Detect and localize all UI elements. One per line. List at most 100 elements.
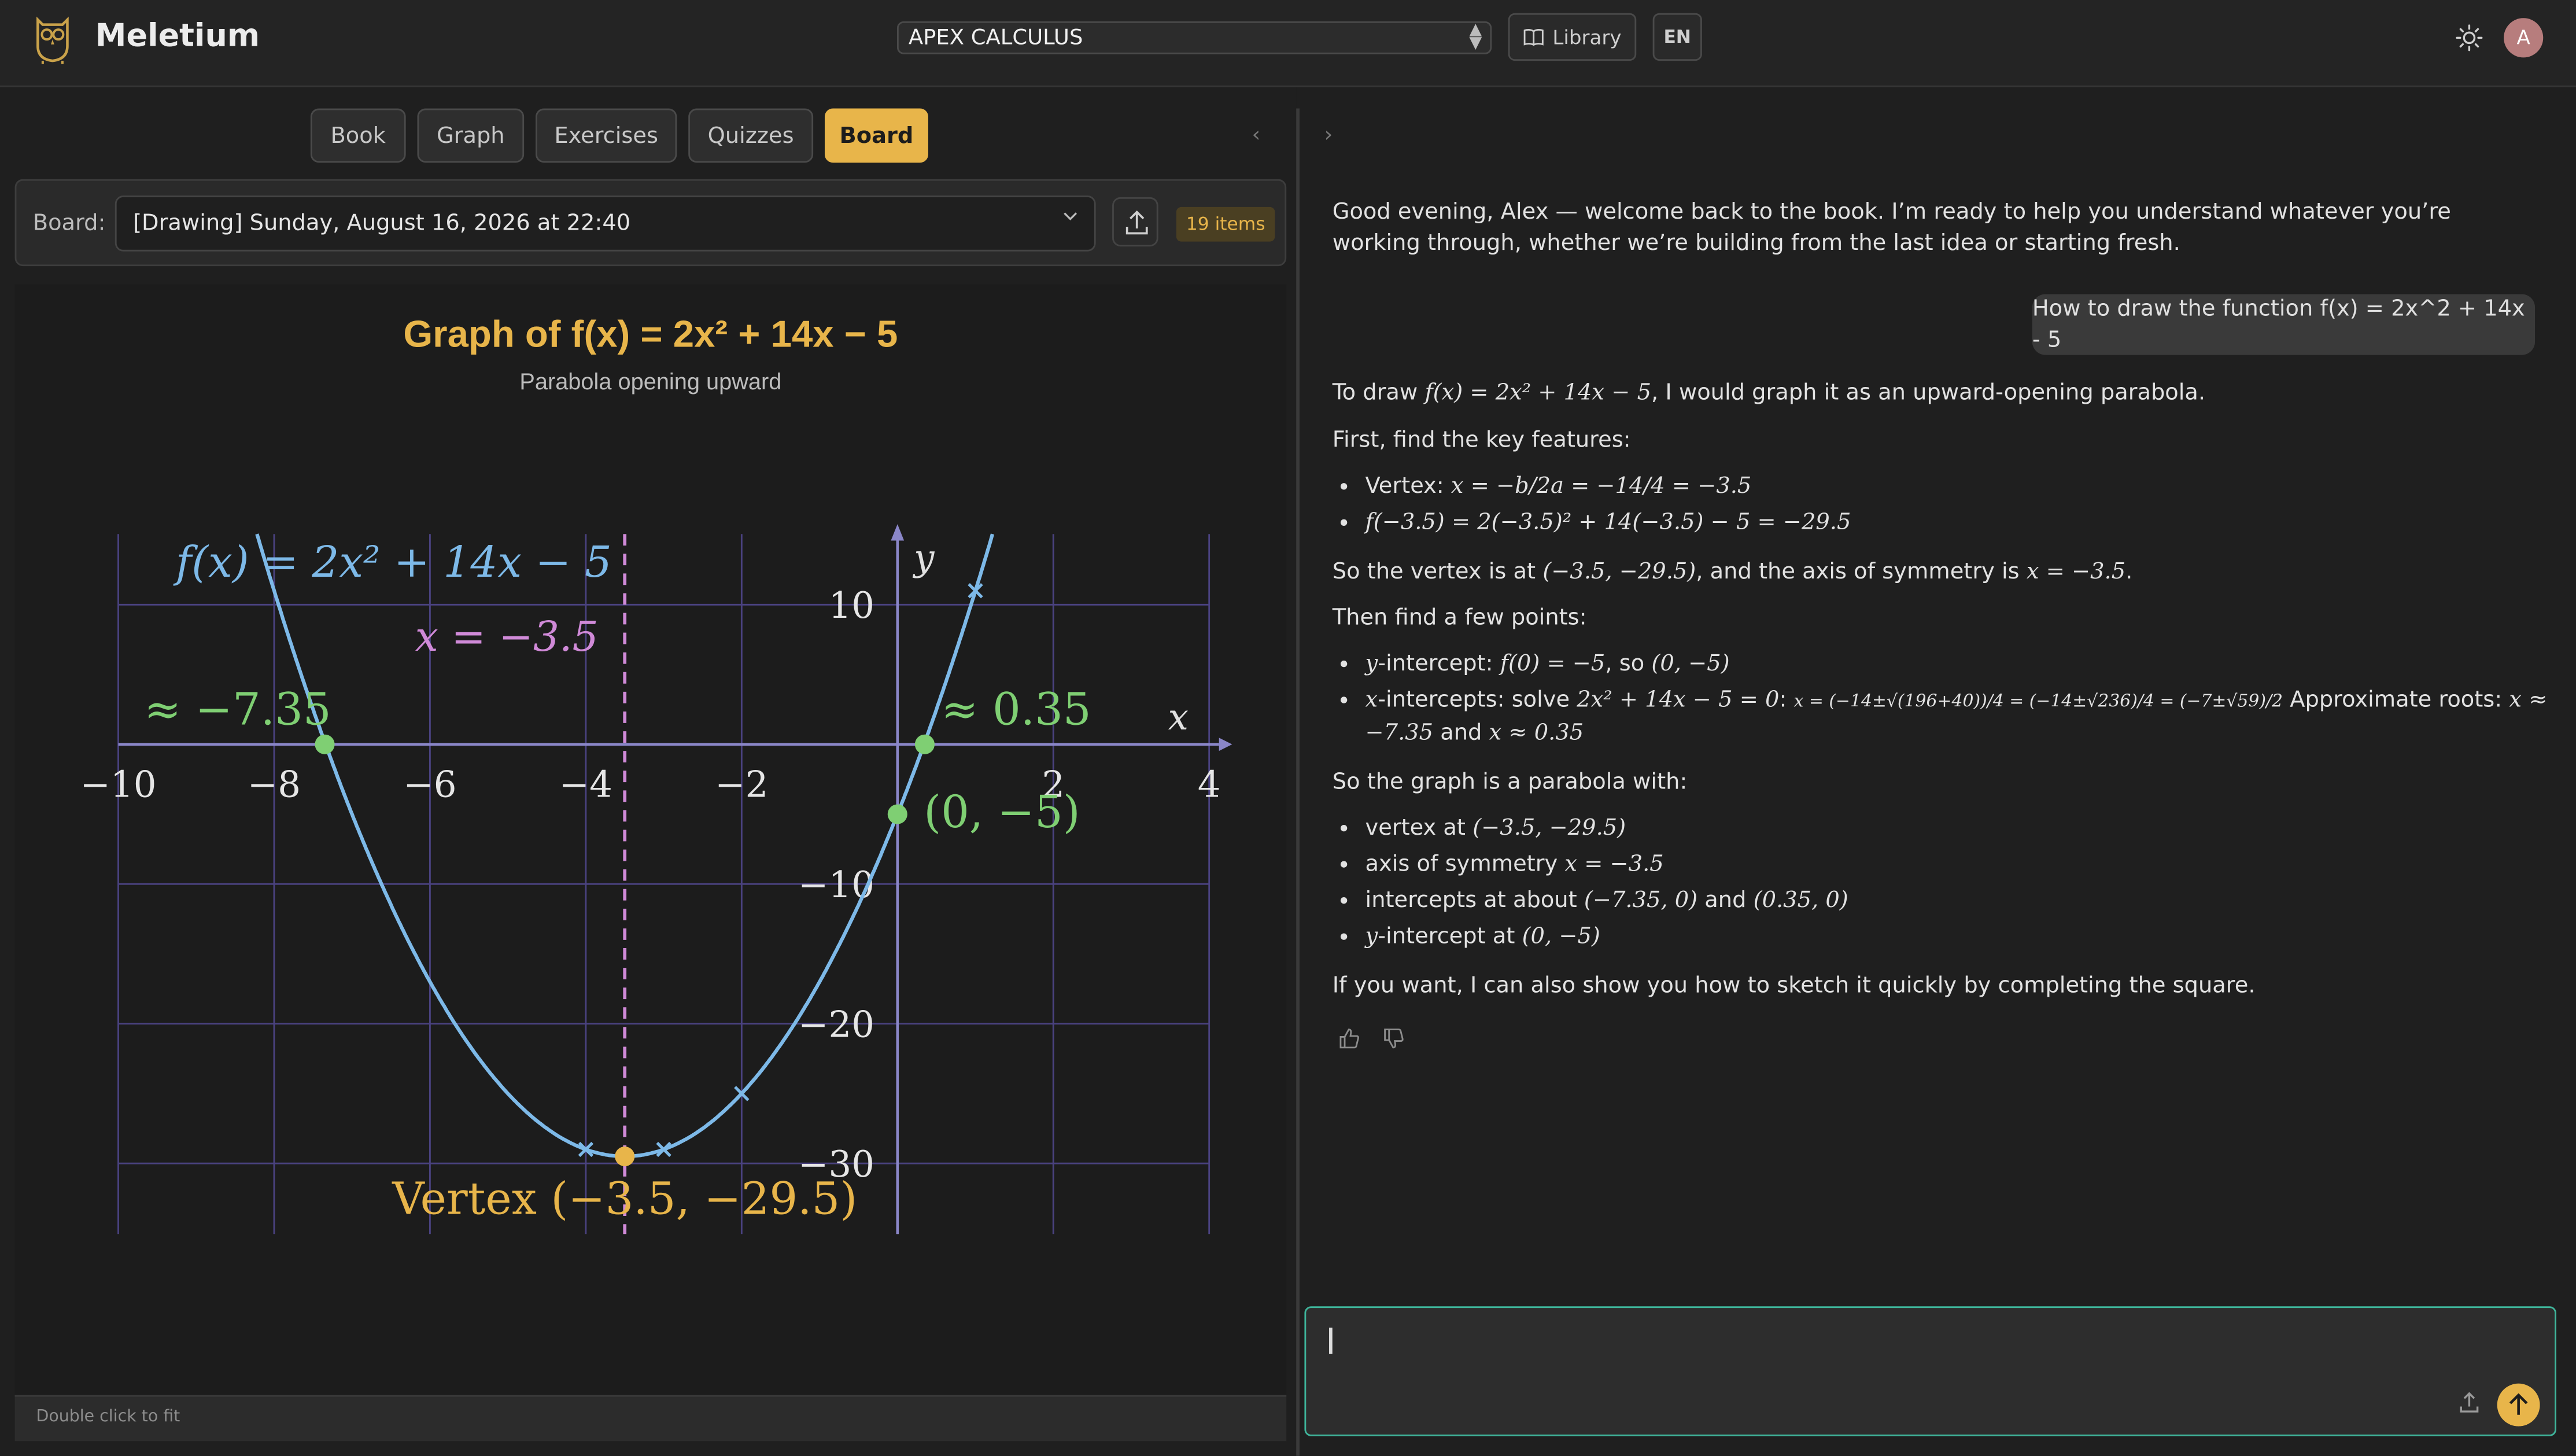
math-expression: y (1365, 650, 1378, 676)
answer-text: intercepts at about (1365, 886, 1584, 913)
chevron-down-icon (1064, 212, 1077, 221)
list-item: y-intercept at (0, −5) (1365, 919, 2562, 954)
math-expression: y (1365, 922, 1378, 949)
app-root: Meletium APEX CALCULUS ▲ ▼ Library EN A B… (0, 0, 2576, 1456)
fit-hint: Double click to fit (36, 1408, 180, 1426)
summary-heading: So the graph is a parabola with: (1332, 769, 1688, 795)
collapse-left-chevron-icon[interactable]: ‹ (1252, 123, 1261, 148)
board-select-value: [Drawing] Sunday, August 16, 2026 at 22:… (133, 210, 631, 237)
point-marker (914, 734, 935, 754)
math-expression: f(x) = 2x² + 14x − 5 (1424, 379, 1651, 406)
math-expression: x ≈ 0.35 (1489, 718, 1584, 746)
answer-text: , I would graph it as an upward-opening … (1651, 379, 2206, 406)
math-expression: x = −b/2a = −14/4 = −3.5 (1451, 472, 1752, 499)
send-arrow-icon[interactable] (2497, 1383, 2540, 1426)
point-label: Vertex (−3.5, −29.5) (392, 1173, 857, 1225)
user-avatar[interactable]: A (2504, 18, 2544, 58)
list-item: x-intercepts: solve 2x² + 14x − 5 = 0: x… (1365, 682, 2562, 751)
list-item: axis of symmetry x = −3.5 (1365, 846, 2562, 882)
chart-title: Graph of f(x) = 2x² + 14x − 5 (403, 312, 898, 355)
list-item: f(−3.5) = 2(−3.5)² + 14(−3.5) − 5 = −29.… (1365, 504, 2562, 540)
point-marker (887, 804, 907, 824)
app-title: Meletium (95, 18, 260, 54)
math-expression: 2x² + 14x − 5 = 0 (1577, 685, 1780, 713)
left-panel: Book Graph Exercises Quizzes Board ‹ Boa… (0, 87, 1297, 1456)
tab-board[interactable]: Board (824, 108, 928, 163)
upload-icon[interactable] (2456, 1390, 2482, 1416)
x-tick-label: −2 (715, 764, 768, 806)
message-input[interactable] (1326, 1324, 2466, 1367)
x-tick-label: −4 (559, 764, 612, 806)
thumbs-down-icon[interactable] (1382, 1027, 1405, 1050)
x-axis-label: x (1168, 696, 1189, 738)
x-tick-label: −10 (80, 764, 157, 806)
function-label: f(x) = 2x² + 14x − 5 (173, 537, 612, 587)
math-expression: f(−3.5) = 2(−3.5)² + 14(−3.5) − 5 = −29.… (1365, 508, 1851, 535)
y-axis-arrow (891, 524, 905, 541)
math-expression: (−3.5, −29.5) (1472, 814, 1626, 841)
parabola-chart: Graph of f(x) = 2x² + 14x − 5 Parabola o… (80, 312, 1232, 1234)
math-expression: x = −3.5 (2026, 558, 2126, 585)
answer-intro: To draw f(x) = 2x² + 14x − 5, I would gr… (1333, 378, 2529, 409)
answer-text: and (1433, 718, 1489, 746)
board-toolbar: Board: [Drawing] Sunday, August 16, 2026… (14, 179, 1287, 267)
thumbs-up-icon[interactable] (1337, 1027, 1360, 1050)
expand-right-chevron-icon[interactable]: › (1324, 123, 1333, 148)
math-expression: (−3.5, −29.5) (1542, 558, 1696, 585)
axis-of-symmetry-label: x = −3.5 (415, 613, 599, 661)
x-tick-label: −8 (248, 764, 301, 806)
math-expression: x = (−14±√(196+40))/4 = (−14±√236)/4 = (… (1793, 691, 2283, 711)
x-axis-arrow (1219, 738, 1232, 751)
upload-icon (1125, 210, 1148, 235)
summary-list: vertex at (−3.5, −29.5) axis of symmetry… (1333, 810, 2562, 954)
answer-text: So the vertex is at (1332, 558, 1543, 585)
owl-icon[interactable] (33, 13, 72, 66)
point-label: ≈ 0.35 (941, 684, 1091, 736)
tab-quizzes[interactable]: Quizzes (688, 108, 814, 163)
math-expression: x = −3.5 (1564, 850, 1664, 877)
math-expression: x (1365, 685, 1378, 713)
parabola-curve (255, 533, 995, 1159)
canvas-footer: Double click to fit (14, 1395, 1287, 1442)
list-item: y-intercept: f(0) = −5, so (0, −5) (1365, 646, 2562, 681)
answer-closing: If you want, I can also show you how to … (1332, 972, 2256, 1000)
x-tick-label: −6 (403, 764, 456, 806)
key-features-list: Vertex: x = −b/2a = −14/4 = −3.5 f(−3.5)… (1333, 469, 2562, 541)
vertex-summary: So the vertex is at (−3.5, −29.5), and t… (1333, 557, 2529, 588)
y-tick-label: 10 (828, 584, 874, 626)
export-board-button[interactable] (1112, 197, 1158, 247)
tab-exercises[interactable]: Exercises (536, 108, 677, 163)
tab-book[interactable]: Book (310, 108, 406, 163)
board-select[interactable]: [Drawing] Sunday, August 16, 2026 at 22:… (115, 196, 1096, 252)
y-tick-label: −20 (798, 1003, 874, 1045)
board-canvas[interactable]: Graph of f(x) = 2x² + 14x − 5 Parabola o… (14, 284, 1287, 1395)
tab-graph[interactable]: Graph (417, 108, 525, 163)
sun-icon[interactable] (2455, 23, 2484, 53)
points-heading: Then find a few points: (1332, 604, 1587, 631)
y-axis-label: y (912, 537, 935, 579)
updown-chevron-icon: ▲ ▼ (1469, 21, 1482, 53)
list-item: intercepts at about (−7.35, 0) and (0.35… (1365, 882, 2562, 918)
key-features-heading: First, find the key features: (1332, 427, 1631, 454)
book-select[interactable]: APEX CALCULUS ▲ ▼ (896, 21, 1492, 54)
user-message: How to draw the function f(x) = 2x^2 + 1… (2032, 294, 2536, 355)
point-label: ≈ −7.35 (144, 684, 331, 736)
language-button[interactable]: EN (1652, 13, 1702, 61)
answer-text: . (2125, 558, 2133, 585)
message-composer[interactable] (1304, 1306, 2556, 1436)
math-expression: (−7.35, 0) (1584, 886, 1698, 913)
math-expression: f(0) = −5 (1500, 650, 1606, 676)
point-marker (315, 734, 335, 754)
answer-text: Vertex: (1365, 472, 1451, 499)
answer-text: -intercept at (1378, 922, 1522, 949)
chat-panel: › Good evening, Alex — welcome back to t… (1300, 87, 2576, 1456)
point-label: (0, −5) (924, 787, 1080, 838)
answer-text: To draw (1332, 379, 1425, 406)
answer-text: axis of symmetry (1365, 850, 1565, 877)
chart-subtitle: Parabola opening upward (519, 369, 781, 395)
text-caret (1329, 1328, 1332, 1354)
list-item: vertex at (−3.5, −29.5) (1365, 810, 2562, 846)
point-marker (615, 1147, 635, 1167)
library-button[interactable]: Library (1508, 13, 1637, 61)
answer-text: : (1779, 685, 1794, 713)
